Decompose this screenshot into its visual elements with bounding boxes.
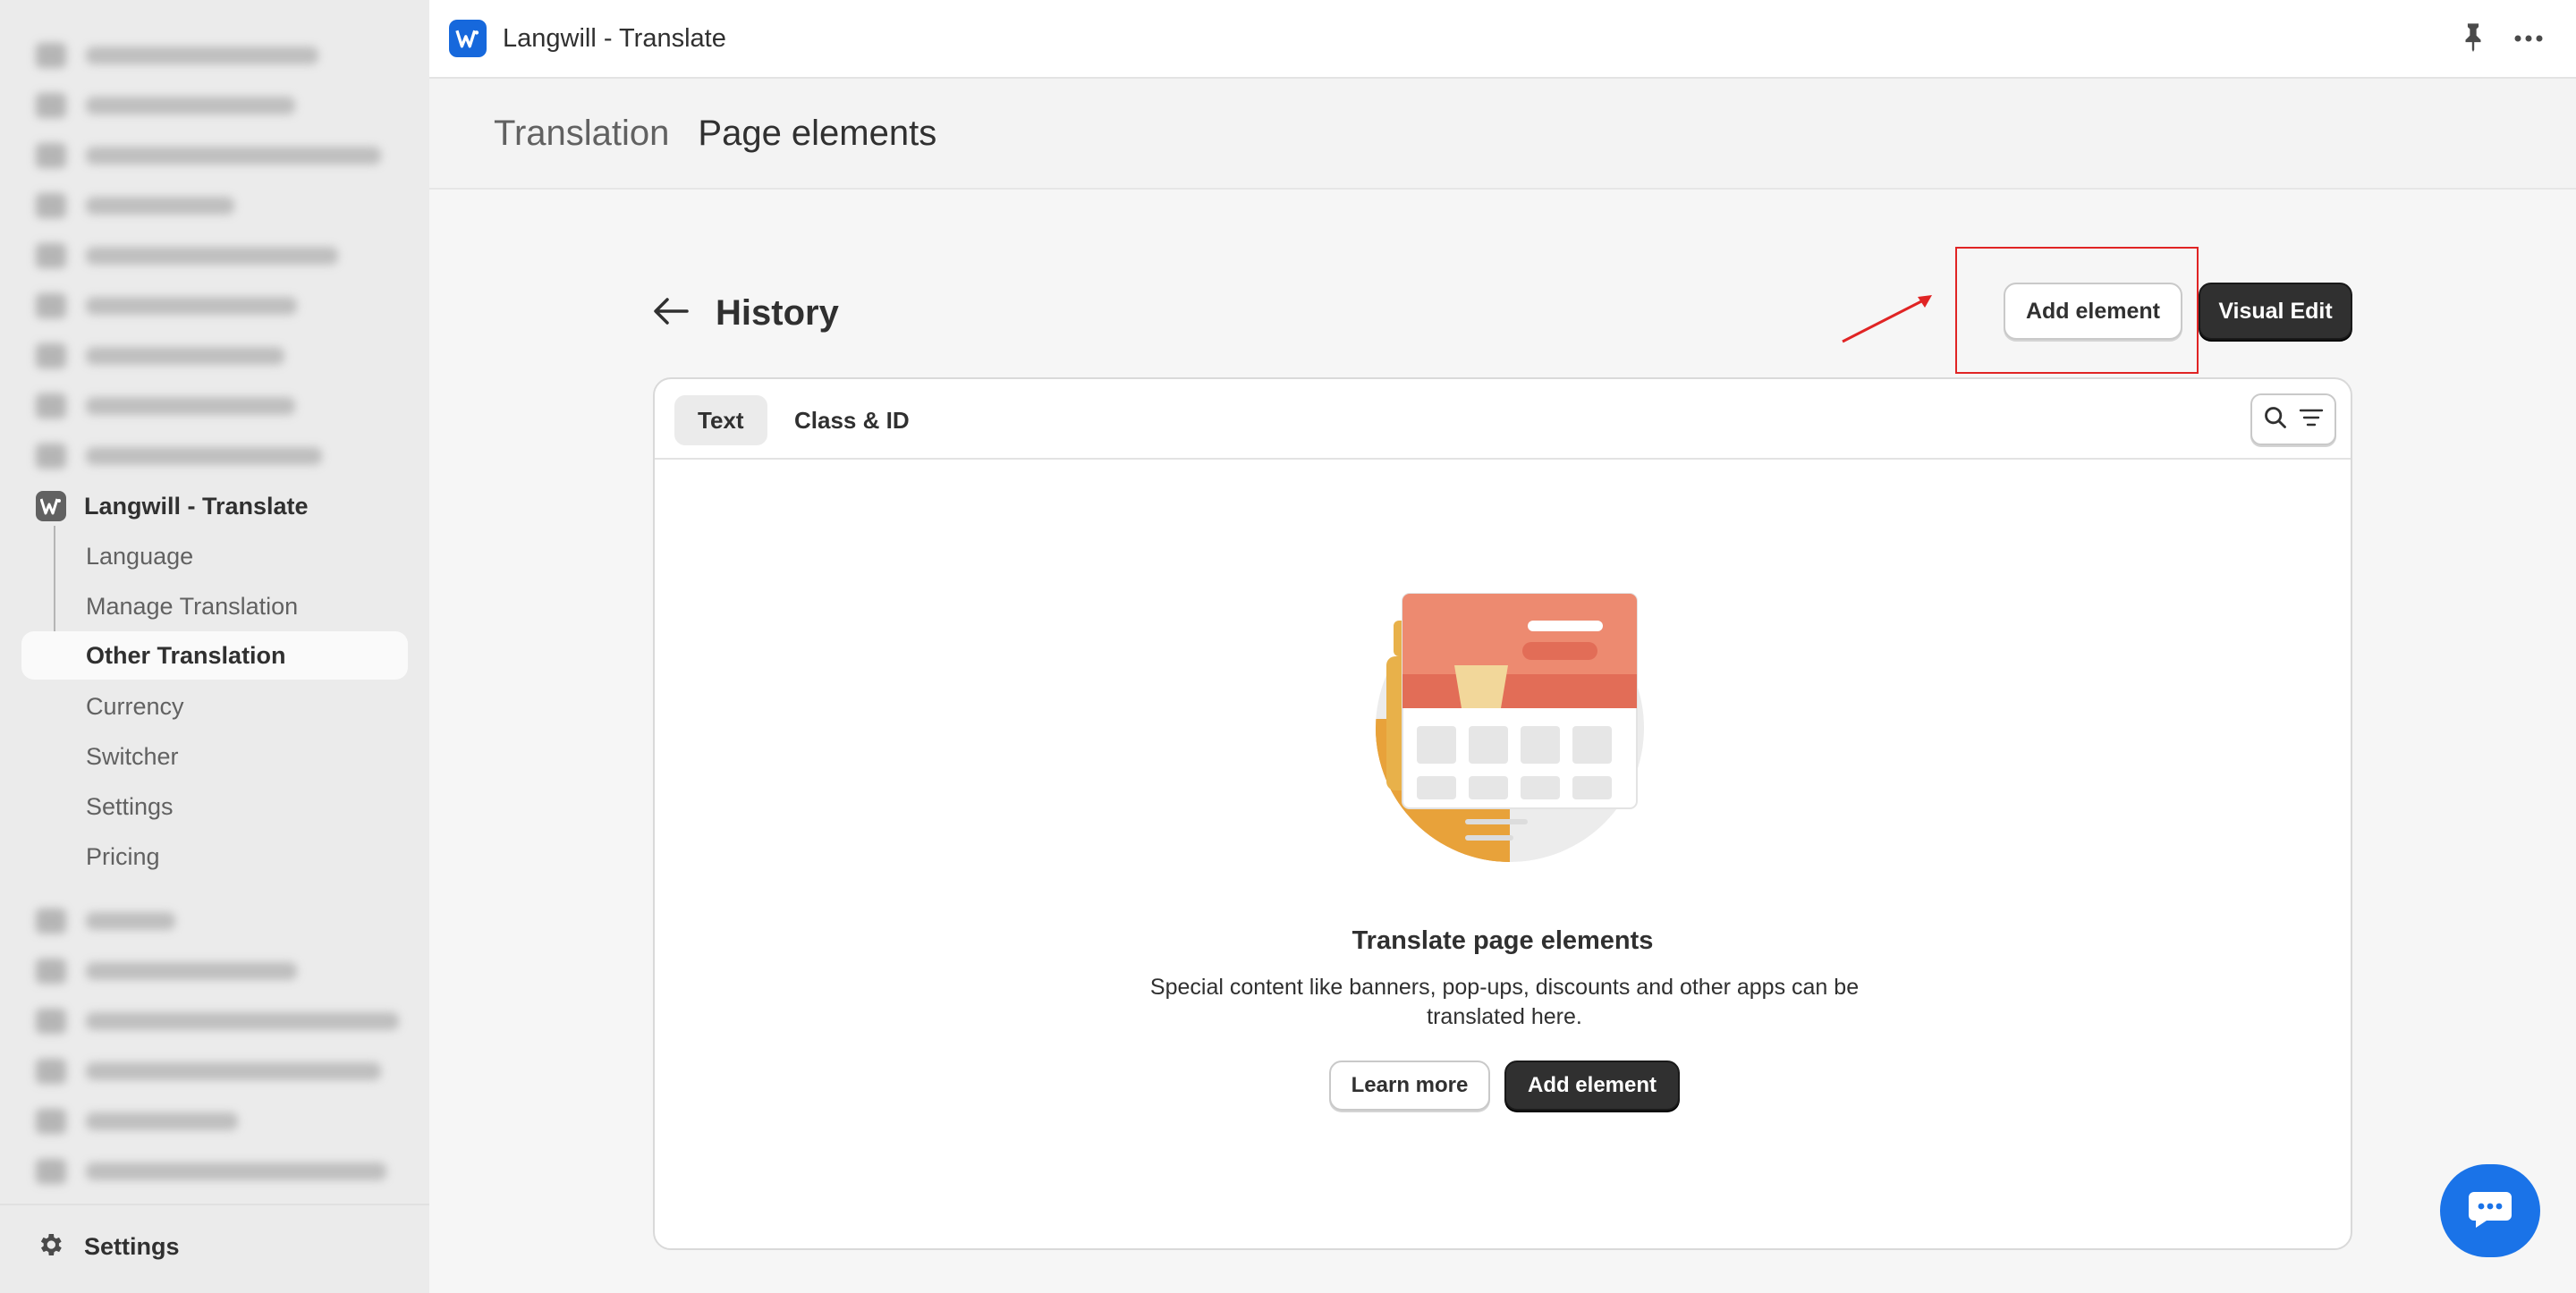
app-topbar: Langwill - Translate xyxy=(429,0,2576,79)
annotation-arrow xyxy=(1842,295,1932,343)
sidebar-settings-label: Settings xyxy=(84,1232,180,1260)
sidebar-blurred-app[interactable] xyxy=(36,143,381,168)
sidebar-blurred-app[interactable] xyxy=(36,1109,238,1134)
sidebar-item-other-translation[interactable]: Other Translation xyxy=(21,631,408,680)
sidebar-item-currency[interactable]: Currency xyxy=(86,690,184,723)
sidebar-item-switcher[interactable]: Switcher xyxy=(86,740,179,773)
sidebar-item-settings[interactable]: Settings xyxy=(86,790,174,823)
sidebar-blurred-app[interactable] xyxy=(36,343,284,368)
sidebar-blurred-app[interactable] xyxy=(36,1009,399,1034)
pin-icon[interactable] xyxy=(2460,21,2487,56)
sidebar-app-label: Langwill - Translate xyxy=(84,492,309,520)
tabs-bar: Text Class & ID xyxy=(655,379,2351,460)
more-options-icon[interactable] xyxy=(2513,31,2544,47)
empty-state-illustration-icon xyxy=(1376,593,1644,862)
empty-state-description: Special content like banners, pop-ups, d… xyxy=(1149,975,1860,1029)
sidebar-divider xyxy=(0,1204,429,1205)
sidebar-settings-link[interactable]: Settings xyxy=(36,1230,180,1263)
search-icon xyxy=(2263,405,2288,435)
tab-text[interactable]: Text xyxy=(674,395,767,445)
learn-more-button[interactable]: Learn more xyxy=(1329,1061,1490,1111)
add-element-button[interactable]: Add element xyxy=(2004,283,2182,340)
sidebar-app-langwill[interactable]: Langwill - Translate xyxy=(36,490,309,522)
breadcrumb: Translation Page elements xyxy=(429,79,2576,190)
sidebar: Langwill - Translate Language Manage Tra… xyxy=(0,0,429,1293)
chat-support-button[interactable] xyxy=(2440,1164,2540,1257)
sidebar-blurred-app[interactable] xyxy=(36,1059,381,1084)
breadcrumb-current: Page elements xyxy=(698,113,937,153)
sidebar-blurred-app[interactable] xyxy=(36,43,318,68)
sidebar-blurred-app[interactable] xyxy=(36,908,175,934)
empty-state-title: Translate page elements xyxy=(1352,926,1654,955)
sidebar-blurred-app[interactable] xyxy=(36,393,295,418)
sidebar-item-manage-translation[interactable]: Manage Translation xyxy=(86,590,298,622)
sidebar-blurred-app[interactable] xyxy=(36,243,338,268)
sidebar-blurred-app[interactable] xyxy=(36,193,234,218)
sidebar-blurred-app[interactable] xyxy=(36,959,297,984)
topbar-actions xyxy=(2460,21,2544,56)
sidebar-item-language[interactable]: Language xyxy=(86,540,193,572)
filter-icon xyxy=(2299,408,2324,432)
tab-class-id[interactable]: Class & ID xyxy=(771,395,933,445)
langwill-logo-icon xyxy=(449,20,487,57)
chat-bubble-icon xyxy=(2467,1188,2513,1234)
sidebar-item-pricing[interactable]: Pricing xyxy=(86,841,160,873)
langwill-logo-icon xyxy=(36,491,66,521)
page-header: History xyxy=(653,286,839,340)
empty-add-element-button[interactable]: Add element xyxy=(1504,1061,1680,1111)
search-filter-button[interactable] xyxy=(2250,393,2336,445)
page-title: History xyxy=(716,292,839,333)
sidebar-blurred-app[interactable] xyxy=(36,293,297,318)
sidebar-blurred-app[interactable] xyxy=(36,93,295,118)
elements-card: Text Class & ID Translate page elements … xyxy=(653,377,2352,1250)
gear-icon xyxy=(36,1230,64,1263)
sidebar-blurred-app[interactable] xyxy=(36,1159,386,1184)
app-title: Langwill - Translate xyxy=(503,23,726,53)
sidebar-blurred-app[interactable] xyxy=(36,444,322,469)
back-arrow-icon[interactable] xyxy=(653,297,689,330)
visual-edit-button[interactable]: Visual Edit xyxy=(2199,283,2352,340)
breadcrumb-parent[interactable]: Translation xyxy=(494,114,669,154)
